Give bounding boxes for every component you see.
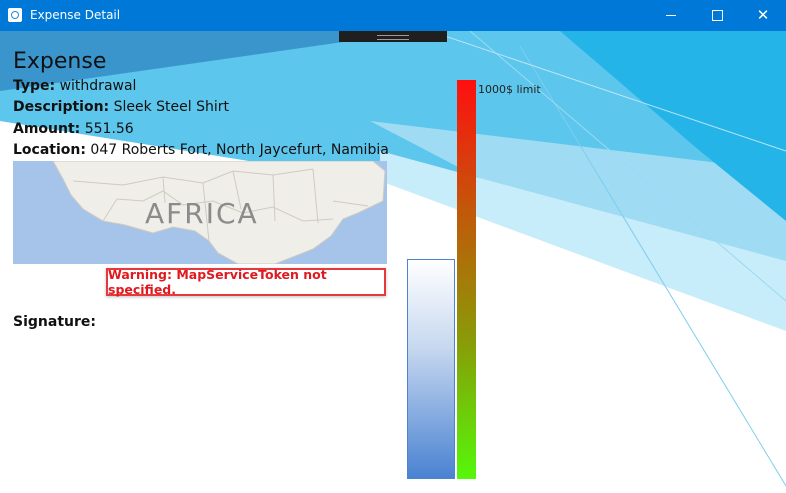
amount-label: Amount: — [13, 121, 81, 137]
minimize-icon — [666, 15, 676, 16]
amount-row: Amount: 551.56 — [13, 121, 134, 137]
close-icon: ✕ — [756, 6, 770, 24]
map-view[interactable]: AFRICA — [13, 161, 387, 264]
description-value: Sleek Steel Shirt — [113, 99, 230, 115]
map-warning-banner: Warning: MapServiceToken not specified. — [106, 267, 386, 297]
title-bar: Expense Detail ✕ — [0, 0, 786, 31]
window-title: Expense Detail — [30, 8, 121, 22]
location-label: Location: — [13, 142, 86, 158]
type-label: Type: — [13, 78, 56, 94]
type-value: withdrawal — [59, 78, 137, 94]
amount-level-bar — [407, 259, 455, 479]
minimize-button[interactable] — [648, 0, 694, 31]
app-icon — [8, 8, 22, 22]
type-row: Type: withdrawal — [13, 78, 136, 94]
description-label: Description: — [13, 99, 110, 115]
location-row: Location: 047 Roberts Fort, North Jaycef… — [13, 142, 389, 158]
content-area: Expense Type: withdrawal Description: Sl… — [0, 31, 786, 493]
signature-label: Signature: — [13, 314, 96, 330]
drag-handle[interactable] — [339, 31, 447, 42]
page-title: Expense — [13, 49, 107, 74]
amount-value: 551.56 — [84, 121, 134, 137]
map-region-label: AFRICA — [145, 197, 259, 230]
location-value: 047 Roberts Fort, North Jaycefurt, Namib… — [90, 142, 389, 158]
limit-gradient-bar — [457, 80, 476, 479]
close-button[interactable]: ✕ — [740, 0, 786, 31]
limit-label: 1000$ limit — [478, 83, 541, 96]
maximize-icon — [711, 10, 723, 21]
maximize-button[interactable] — [694, 0, 740, 31]
description-row: Description: Sleek Steel Shirt — [13, 99, 229, 115]
